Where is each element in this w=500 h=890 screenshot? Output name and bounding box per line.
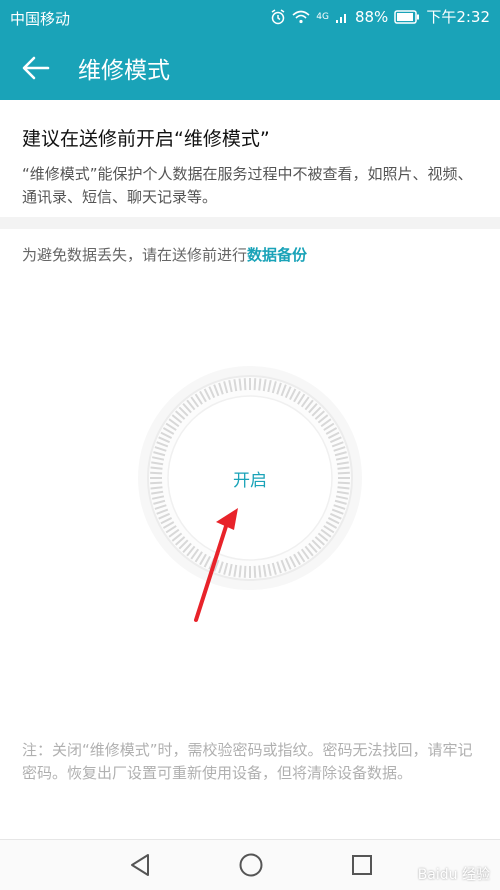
nav-back-icon[interactable] [128, 852, 152, 878]
backup-hint-text: 为避免数据丢失，请在送修前进行 [22, 246, 248, 264]
nav-recents-icon[interactable] [350, 852, 374, 878]
annotation-arrow [194, 508, 238, 622]
signal-icon [335, 13, 346, 23]
alarm-icon [271, 8, 285, 24]
note-text: 注：关闭“维修模式”时，需校验密码或指纹。密码无法找回，请牢记密码。恢复出厂设置… [22, 741, 473, 782]
enable-dial-button[interactable]: 开启 [135, 363, 365, 593]
section-description: “维修模式”能保护个人数据在服务过程中不被查看，如照片、视频、通讯录、短信、聊天… [22, 165, 473, 206]
watermark: Baidu 经验 [417, 867, 490, 883]
nav-home-icon[interactable] [238, 852, 264, 878]
clock: 下午2:32 [426, 8, 490, 26]
wifi-icon [292, 10, 310, 23]
divider [0, 217, 500, 229]
page-title: 维修模式 [78, 58, 170, 84]
data-backup-link[interactable]: 数据备份 [247, 246, 307, 264]
status-icons: 4G 88% 下午2:32 [270, 6, 490, 27]
back-arrow-icon [22, 56, 50, 80]
enable-label: 开启 [233, 470, 267, 491]
app-bar: 维修模式 [0, 34, 500, 100]
back-button[interactable] [18, 50, 54, 86]
network-type: 4G [316, 11, 329, 22]
backup-hint: 为避免数据丢失，请在送修前进行数据备份 [22, 244, 307, 265]
battery-percent: 88% [354, 7, 389, 26]
section-title: 建议在送修前开启“维修模式” [22, 128, 270, 150]
navigation-bar: Baidu 经验 [0, 839, 500, 890]
status-bar: 中国移动 4G 88% 下午2:32 [0, 0, 500, 34]
battery-icon [394, 9, 420, 24]
carrier-name: 中国移动 [10, 10, 71, 28]
